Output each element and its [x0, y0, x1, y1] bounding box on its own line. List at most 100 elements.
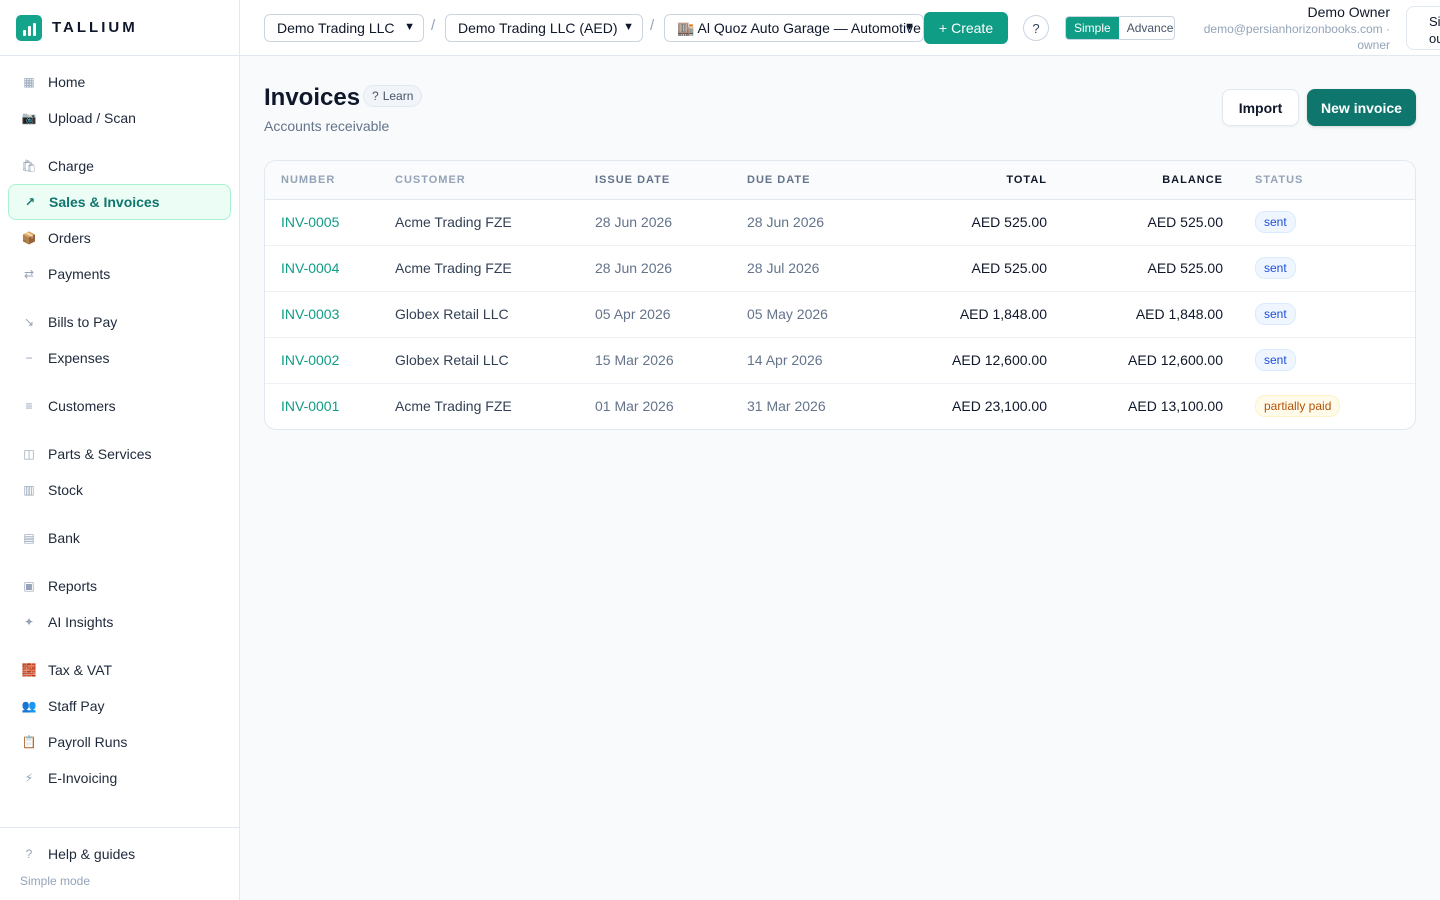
invoice-number-link[interactable]: INV-0004 — [281, 260, 339, 276]
clipboard-icon: 📋 — [21, 735, 37, 749]
chevron-down-icon: ▼ — [404, 21, 415, 33]
column-header-issue-date[interactable]: ISSUE DATE — [595, 161, 747, 200]
invoice-number-link[interactable]: INV-0001 — [281, 398, 339, 414]
bank-icon: ▤ — [23, 531, 35, 545]
learn-button[interactable]: ? Learn — [363, 85, 423, 107]
sidebar-item-e-invoicing[interactable]: ⚡ E-Invoicing — [8, 760, 231, 796]
table-row[interactable]: INV-0003 Globex Retail LLC 05 Apr 2026 0… — [265, 291, 1415, 338]
breadcrumb-separator: / — [431, 17, 436, 34]
sidebar-item-payments[interactable]: ⇄ Payments — [8, 256, 231, 292]
create-button-label: Create — [951, 20, 994, 36]
entity-select[interactable]: Demo Trading LLC (AED) ▼ — [445, 14, 643, 42]
invoice-number-link[interactable]: INV-0005 — [281, 214, 339, 230]
column-header-number[interactable]: NUMBER — [265, 161, 395, 200]
sidebar-item-label: Stock — [48, 482, 84, 498]
sidebar-item-label: Home — [48, 74, 86, 90]
sidebar-item-bills-to-pay[interactable]: ↘ Bills to Pay — [8, 304, 231, 340]
sidebar-item-upload-scan[interactable]: 📷 Upload / Scan — [8, 100, 231, 136]
sidebar-item-staff-pay[interactable]: 👥 Staff Pay — [8, 688, 231, 724]
mode-simple-option[interactable]: Simple — [1066, 17, 1119, 39]
company-select-value: Demo Trading LLC — [277, 20, 395, 36]
arrows-exchange-icon: ⇄ — [23, 267, 35, 281]
table-row[interactable]: INV-0001 Acme Trading FZE 01 Mar 2026 31… — [265, 383, 1415, 429]
list-icon: ≡ — [25, 399, 33, 413]
table-row[interactable]: INV-0002 Globex Retail LLC 15 Mar 2026 1… — [265, 337, 1415, 384]
status-badge: partially paid — [1255, 395, 1341, 418]
balance-cell: AED 1,848.00 — [1047, 291, 1223, 338]
minus-icon: − — [25, 351, 33, 365]
column-header-balance[interactable]: BALANCE — [1047, 161, 1223, 200]
sidebar-item-expenses[interactable]: − Expenses — [8, 340, 231, 376]
company-select[interactable]: Demo Trading LLC ▼ — [264, 14, 424, 42]
sidebar-item-sales-invoices[interactable]: ↗ Sales & Invoices — [8, 184, 231, 220]
sidebar-item-parts-services[interactable]: ◫ Parts & Services — [8, 436, 231, 472]
sidebar-item-help-guides[interactable]: ? Help & guides — [8, 836, 231, 872]
due-date-cell: 31 Mar 2026 — [747, 398, 826, 415]
invoice-number-link[interactable]: INV-0003 — [281, 306, 339, 322]
sidebar-item-customers[interactable]: ≡ Customers — [8, 388, 231, 424]
mode-advanced-option[interactable]: Advanced — [1119, 17, 1174, 39]
question-icon: ? — [372, 89, 379, 103]
column-header-due-date[interactable]: DUE DATE — [747, 161, 887, 200]
customer-cell: Acme Trading FZE — [395, 398, 512, 415]
sidebar-item-label: Tax & VAT — [48, 662, 113, 678]
total-cell: AED 12,600.00 — [887, 337, 1047, 384]
balance-cell: AED 525.00 — [1047, 245, 1223, 292]
sidebar-item-label: Parts & Services — [48, 446, 152, 462]
sidebar-item-label: E-Invoicing — [48, 770, 118, 786]
customer-cell: Globex Retail LLC — [395, 291, 595, 338]
column-header-status[interactable]: STATUS — [1223, 161, 1415, 200]
brand[interactable]: TALLIUM — [0, 0, 239, 56]
sidebar-item-label: AI Insights — [48, 614, 114, 630]
sidebar-item-charge[interactable]: 🛍 Charge — [8, 148, 231, 184]
entity-select-value: Demo Trading LLC (AED) — [458, 20, 618, 36]
status-badge: sent — [1255, 349, 1296, 371]
brand-name: TALLIUM — [52, 19, 138, 36]
column-header-customer[interactable]: CUSTOMER — [395, 161, 595, 200]
table-header-row: NUMBER CUSTOMER ISSUE DATE DUE DATE TOTA… — [265, 161, 1415, 200]
sidebar-item-stock[interactable]: ▥ Stock — [8, 472, 231, 508]
invoices-table: NUMBER CUSTOMER ISSUE DATE DUE DATE TOTA… — [265, 161, 1415, 429]
branch-select[interactable]: 🏬 Al Quoz Auto Garage — Automotive ▼ — [664, 14, 924, 42]
table-row[interactable]: INV-0005 Acme Trading FZE 28 Jun 2026 28… — [265, 199, 1415, 246]
table-row[interactable]: INV-0004 Acme Trading FZE 28 Jun 2026 28… — [265, 245, 1415, 292]
topbar: Demo Trading LLC ▼ / Demo Trading LLC (A… — [240, 0, 1440, 56]
sidebar-item-label: Staff Pay — [48, 698, 105, 714]
sidebar-item-payroll-runs[interactable]: 📋 Payroll Runs — [8, 724, 231, 760]
due-date-cell: 28 Jun 2026 — [747, 199, 887, 246]
new-invoice-button[interactable]: New invoice — [1307, 89, 1416, 126]
sidebar-item-label: Customers — [48, 398, 116, 414]
sidebar-item-label: Sales & Invoices — [49, 194, 160, 210]
invoice-number-link[interactable]: INV-0002 — [281, 352, 339, 368]
sidebar-item-bank[interactable]: ▤ Bank — [8, 520, 231, 556]
sidebar-item-ai-insights[interactable]: ✦ AI Insights — [8, 604, 231, 640]
sidebar-item-reports[interactable]: ▣ Reports — [8, 568, 231, 604]
sidebar-item-orders[interactable]: 📦 Orders — [8, 220, 231, 256]
sidebar-item-label: Reports — [48, 578, 98, 594]
chevron-down-icon: ▼ — [623, 21, 634, 33]
status-badge: sent — [1255, 211, 1296, 233]
sidebar-item-label: Help & guides — [48, 846, 136, 862]
total-cell: AED 1,848.00 — [887, 291, 1047, 338]
bar-chart-logo-icon — [16, 14, 42, 41]
sidebar-item-tax-vat[interactable]: 🧱 Tax & VAT — [8, 652, 231, 688]
import-button[interactable]: Import — [1222, 89, 1299, 126]
sparkle-icon: ✦ — [23, 615, 35, 629]
mode-label: Simple mode — [20, 874, 91, 888]
sign-out-button[interactable]: Sign out — [1406, 6, 1440, 50]
status-badge: sent — [1255, 303, 1296, 325]
customer-cell: Acme Trading FZE — [395, 199, 595, 246]
column-header-total[interactable]: TOTAL — [887, 161, 1047, 200]
sidebar: TALLIUM ▦ Home 📷 Upload / Scan 🛍 Charge ↗ Sa… — [0, 0, 240, 900]
abacus-icon: 🧱 — [21, 663, 37, 677]
sidebar-item-label: Orders — [48, 230, 91, 246]
total-cell: AED 525.00 — [887, 245, 1047, 292]
user-info: Demo Owner demo@persianhorizonbooks.com … — [1190, 4, 1390, 53]
create-button[interactable]: + Create — [924, 12, 1008, 44]
sidebar-item-label: Expenses — [48, 350, 110, 366]
box-icon: ◫ — [23, 447, 35, 461]
help-button[interactable]: ? — [1023, 15, 1049, 41]
people-icon: 👥 — [21, 699, 37, 713]
sidebar-item-home[interactable]: ▦ Home — [8, 64, 231, 100]
mode-toggle: Simple Advanced — [1065, 16, 1175, 40]
